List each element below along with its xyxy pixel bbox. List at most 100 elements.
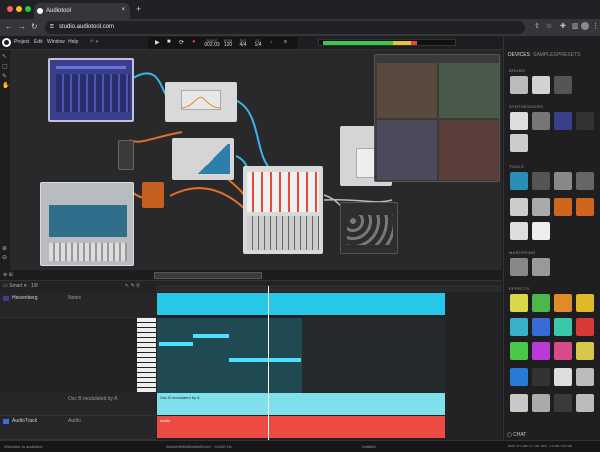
device-tile-mastering-1[interactable] [510, 258, 528, 276]
sidebar-icon[interactable]: ▥ [572, 22, 579, 30]
effect-tile-18[interactable] [532, 394, 550, 412]
effect-tile-16[interactable] [576, 368, 594, 386]
zoom-in-icon[interactable]: ⊕ [2, 245, 7, 252]
filter-device[interactable] [165, 82, 237, 122]
effect-tile-2[interactable] [532, 294, 550, 312]
device-tile-tool-3[interactable] [554, 172, 572, 190]
select-tool-icon[interactable]: ▢ [2, 63, 8, 70]
effect-tile-6[interactable] [532, 318, 550, 336]
effect-tile-10[interactable] [532, 342, 550, 360]
device-tile-drum-2[interactable] [532, 76, 550, 94]
device-tile-synth-5[interactable] [510, 134, 528, 152]
menu-help[interactable]: Help [68, 39, 78, 45]
window-maximize-button[interactable] [25, 6, 31, 12]
menu-edit[interactable]: Edit [34, 39, 43, 45]
forward-button[interactable]: → [18, 22, 26, 31]
audio-clip[interactable]: Audio [157, 416, 445, 438]
device-tile-tool-1[interactable] [510, 172, 528, 190]
effect-tile-14[interactable] [532, 368, 550, 386]
effect-tile-11[interactable] [554, 342, 572, 360]
window-minimize-button[interactable] [16, 6, 22, 12]
device-tile-drum-3[interactable] [554, 76, 572, 94]
timeline-tool-icons[interactable]: ⊕ ⊞ [3, 272, 13, 278]
menu-dots-icon[interactable]: ⋮ [592, 22, 599, 30]
playhead[interactable] [268, 286, 269, 441]
note[interactable] [229, 358, 301, 362]
device-tile-tool-2[interactable] [532, 172, 550, 190]
effect-tile-15[interactable] [554, 368, 572, 386]
menu-window[interactable]: Window [47, 39, 65, 45]
small-module-device[interactable] [118, 140, 134, 170]
effect-tile-20[interactable] [576, 394, 594, 412]
window-close-button[interactable] [7, 6, 13, 12]
menu-project[interactable]: Project [14, 39, 30, 45]
pulverisateur-synth-device[interactable] [40, 182, 134, 266]
video-call-panel[interactable] [374, 54, 500, 182]
effect-tile-13[interactable] [510, 368, 528, 386]
device-tile-synth-1[interactable] [510, 112, 528, 130]
pencil-tool-icon[interactable]: ✎ [2, 73, 7, 80]
orange-effect-device[interactable] [142, 182, 164, 208]
track-header-audiotrack[interactable]: AudioTrack Audio [0, 416, 156, 440]
time-ruler[interactable] [156, 285, 502, 292]
signature-readout[interactable]: SIG 4/4 [238, 38, 248, 48]
share-icon[interactable]: ⇪ [534, 22, 540, 30]
scale-readout[interactable]: SC 1/4 [253, 38, 263, 48]
device-desktop-canvas[interactable] [10, 50, 502, 270]
effect-tile-8[interactable] [576, 318, 594, 336]
device-tile-tool-8[interactable] [576, 198, 594, 216]
extensions-icon[interactable]: ✚ [560, 22, 566, 30]
device-tile-synth-4[interactable] [576, 112, 594, 130]
url-field[interactable]: ⚿ studio.audiotool.com [45, 21, 525, 34]
device-tile-tool-7[interactable] [554, 198, 572, 216]
tab-presets[interactable]: PRESETS [557, 52, 580, 58]
effect-tile-3[interactable] [554, 294, 572, 312]
effect-tile-4[interactable] [576, 294, 594, 312]
effect-tile-9[interactable] [510, 342, 528, 360]
effect-tile-1[interactable] [510, 294, 528, 312]
stop-icon[interactable]: ■ [167, 39, 171, 45]
effect-tile-7[interactable] [554, 318, 572, 336]
note[interactable] [193, 334, 229, 338]
new-tab-button[interactable]: + [136, 4, 141, 14]
note-region-clip[interactable] [157, 293, 445, 315]
bpm-readout[interactable]: BPM 120 [223, 38, 233, 48]
loop-icon[interactable]: ⟳ [179, 39, 184, 46]
device-tile-tool-5[interactable] [510, 198, 528, 216]
avatar-icon[interactable] [581, 22, 589, 30]
star-icon[interactable]: ☆ [546, 22, 552, 30]
reload-button[interactable]: ↻ [31, 22, 38, 31]
hand-tool-icon[interactable]: ✋ [2, 82, 9, 89]
piano-keyboard[interactable] [137, 318, 156, 393]
chat-button[interactable]: ▢ CHAT [507, 432, 526, 438]
metronome-icon[interactable]: ♩ [270, 39, 275, 45]
timeline-scrollbar[interactable] [154, 272, 262, 279]
device-tile-mastering-2[interactable] [532, 258, 550, 276]
tab-samples[interactable]: SAMPLES [533, 52, 557, 58]
device-tile-tool-4[interactable] [576, 172, 594, 190]
tab-devices[interactable]: DEVICES [508, 52, 530, 58]
device-tile-synth-3[interactable] [554, 112, 572, 130]
effect-tile-12[interactable] [576, 342, 594, 360]
note[interactable] [159, 342, 193, 346]
undo-icon[interactable]: ↶ ▾ [90, 39, 98, 45]
effect-tile-17[interactable] [510, 394, 528, 412]
device-tile-drum-1[interactable] [510, 76, 528, 94]
close-tab-icon[interactable]: × [121, 7, 125, 13]
device-tile-tool-9[interactable] [510, 222, 528, 240]
device-tile-tool-10[interactable] [532, 222, 550, 240]
waveshaper-device[interactable] [172, 138, 234, 180]
effect-tile-19[interactable] [554, 394, 572, 412]
track-header-heisenberg[interactable]: Heisenberg Notes [0, 293, 156, 318]
record-icon[interactable]: ● [192, 39, 196, 45]
browser-tab[interactable]: Audiotool × [34, 3, 130, 19]
back-button[interactable]: ← [5, 22, 13, 31]
track-header-automation[interactable]: Osc B modulated by A [0, 393, 156, 416]
pointer-tool-icon[interactable]: ↖ [2, 53, 7, 60]
zoom-out-icon[interactable]: ⊖ [2, 254, 7, 261]
play-icon[interactable]: ▶ [155, 39, 160, 46]
automation-clip[interactable]: Osc B modulated by A [157, 393, 445, 415]
device-tile-tool-6[interactable] [532, 198, 550, 216]
mixer-device[interactable] [243, 166, 323, 254]
effect-tile-5[interactable] [510, 318, 528, 336]
